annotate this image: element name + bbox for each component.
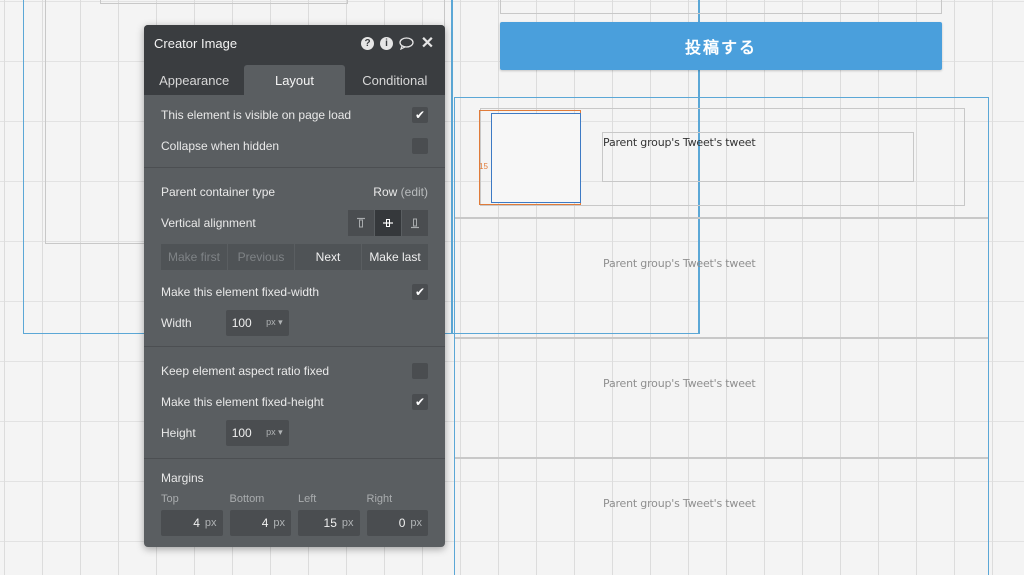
layout-settings: This element is visible on page load ✔ C…	[144, 95, 445, 536]
width-unit-text: px	[266, 317, 276, 327]
margin-right-unit: px	[410, 517, 422, 529]
align-bottom-icon[interactable]	[402, 209, 428, 236]
margin-bottom-value: 4	[261, 516, 269, 530]
height-label: Height	[161, 425, 196, 440]
container-type-text: Row	[373, 184, 398, 199]
collapse-hidden-label: Collapse when hidden	[161, 138, 280, 153]
fixed-width-label: Make this element fixed-width	[161, 284, 320, 299]
tab-layout[interactable]: Layout	[244, 65, 345, 95]
fixed-height-label: Make this element fixed-height	[161, 394, 324, 409]
tweet-text-2[interactable]: Parent group's Tweet's tweet	[603, 257, 756, 270]
creator-image[interactable]	[491, 113, 581, 203]
width-row: Width 100 px ▾	[161, 307, 428, 338]
height-unit-dropdown[interactable]: px ▾	[266, 427, 283, 438]
fixed-height-row: Make this element fixed-height ✔	[161, 386, 428, 417]
comment-icon[interactable]	[399, 36, 414, 51]
margin-top-unit: px	[204, 517, 217, 529]
vertical-alignment-buttons	[348, 209, 428, 236]
width-label: Width	[161, 315, 192, 330]
tweet-text-3[interactable]: Parent group's Tweet's tweet	[603, 377, 756, 390]
container-type-value[interactable]: Row (edit)	[373, 185, 428, 199]
margin-left-unit: px	[341, 517, 354, 529]
height-input[interactable]: 100 px ▾	[225, 419, 289, 446]
panel-title: Creator Image	[154, 35, 238, 51]
margins-side-labels: Top Bottom Left Right	[161, 493, 428, 505]
container-type-edit-link[interactable]: (edit)	[401, 185, 428, 199]
margin-bottom-input[interactable]: 4 px	[229, 510, 291, 536]
margin-top-input[interactable]: 4 px	[161, 510, 223, 536]
margin-top-value: 4	[193, 516, 200, 530]
align-center-icon[interactable]	[375, 209, 401, 236]
margin-left-label: Left	[298, 493, 317, 505]
previous-button[interactable]: Previous	[228, 244, 294, 270]
margin-right-value: 0	[398, 516, 406, 530]
margin-left-value: 15	[323, 516, 337, 530]
margin-bottom-unit: px	[273, 517, 285, 529]
tab-conditional[interactable]: Conditional	[345, 65, 445, 95]
order-buttons: Make first Previous Next Make last	[161, 244, 428, 270]
collapse-hidden-checkbox[interactable]	[412, 137, 428, 154]
height-unit-text: px	[266, 427, 276, 437]
aspect-ratio-row: Keep element aspect ratio fixed	[161, 355, 428, 386]
fixed-width-row: Make this element fixed-width ✔	[161, 276, 428, 307]
margin-right-input[interactable]: 0 px	[366, 510, 428, 536]
help-icon[interactable]: ?	[361, 36, 374, 50]
aspect-ratio-checkbox[interactable]	[412, 362, 428, 379]
visible-on-load-checkbox[interactable]: ✔	[412, 106, 428, 123]
section-divider	[144, 167, 445, 168]
margins-inputs: 4 px 4 px 15 px 0 px	[161, 510, 428, 536]
tab-appearance[interactable]: Appearance	[144, 65, 244, 95]
width-value: 100	[231, 315, 252, 330]
tweet-text-4[interactable]: Parent group's Tweet's tweet	[603, 497, 756, 510]
margin-left-input[interactable]: 15 px	[298, 510, 360, 536]
margin-bottom-label: Bottom	[229, 493, 265, 505]
height-row: Height 100 px ▾	[161, 417, 428, 448]
height-value: 100	[231, 425, 252, 440]
panel-header[interactable]: Creator Image ? i ✕	[144, 25, 445, 61]
repeating-cell-2	[455, 337, 988, 339]
collapse-hidden-row: Collapse when hidden	[161, 130, 428, 161]
repeating-cell-1	[455, 217, 988, 219]
margin-right-label: Right	[366, 493, 393, 505]
make-first-button[interactable]: Make first	[161, 244, 227, 270]
width-unit-dropdown[interactable]: px ▾	[266, 317, 283, 328]
margin-badge: 15	[479, 162, 488, 171]
repeating-cell-3	[455, 457, 988, 459]
group-divider-vertical	[451, 0, 453, 334]
close-icon[interactable]: ✕	[420, 35, 435, 52]
input-outline	[500, 0, 942, 14]
visible-on-load-label: This element is visible on page load	[161, 107, 352, 122]
visible-on-load-row: This element is visible on page load ✔	[161, 99, 428, 130]
fixed-width-checkbox[interactable]: ✔	[412, 283, 428, 300]
post-button[interactable]: 投稿する	[500, 22, 942, 70]
tweet-text-1[interactable]: Parent group's Tweet's tweet	[603, 136, 756, 149]
container-type-label: Parent container type	[161, 184, 276, 199]
section-divider-2	[144, 346, 445, 347]
property-editor-panel[interactable]: Creator Image ? i ✕ Appearance Layout Co…	[144, 25, 445, 547]
margins-label: Margins	[161, 471, 204, 485]
section-divider-3	[144, 458, 445, 459]
panel-header-icons: ? i ✕	[361, 35, 435, 52]
vertical-alignment-row: Vertical alignment	[161, 207, 428, 238]
margins-section: Margins Top Bottom Left Right 4 px 4 px …	[161, 471, 428, 536]
info-icon[interactable]: i	[380, 36, 393, 50]
vertical-alignment-label: Vertical alignment	[161, 215, 256, 230]
panel-tabs: Appearance Layout Conditional	[144, 61, 445, 95]
fixed-height-checkbox[interactable]: ✔	[412, 393, 428, 410]
aspect-ratio-label: Keep element aspect ratio fixed	[161, 363, 330, 378]
margin-top-label: Top	[161, 493, 179, 505]
align-top-icon[interactable]	[348, 209, 374, 236]
width-input[interactable]: 100 px ▾	[225, 309, 289, 336]
next-button[interactable]: Next	[295, 244, 361, 270]
make-last-button[interactable]: Make last	[362, 244, 428, 270]
container-type-row: Parent container type Row (edit)	[161, 176, 428, 207]
